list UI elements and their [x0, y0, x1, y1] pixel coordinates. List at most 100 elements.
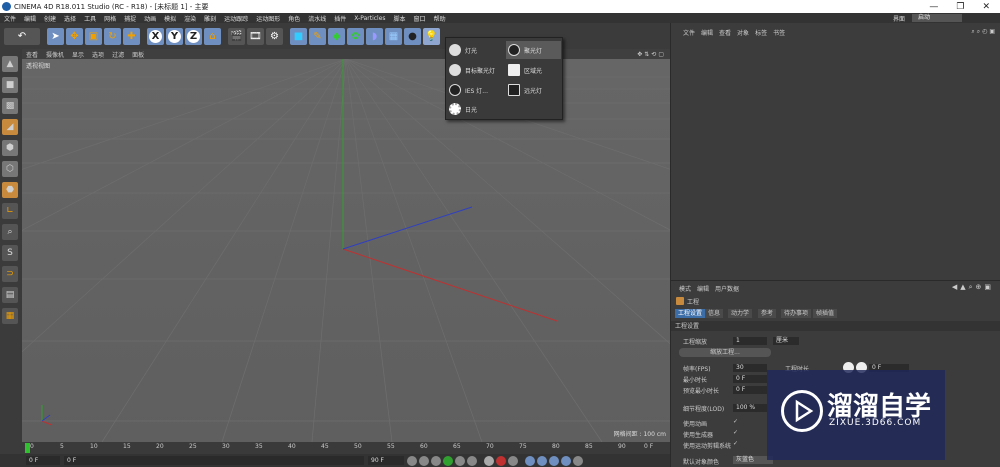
minimize-button[interactable]: —: [929, 2, 938, 12]
viewport-menu-item[interactable]: 显示: [68, 50, 88, 59]
viewport-menu-item[interactable]: 过滤: [108, 50, 128, 59]
coord-icon[interactable]: ⌂: [204, 27, 221, 45]
menu-item[interactable]: 工具: [80, 14, 100, 23]
undo-icon[interactable]: ↶: [4, 27, 40, 45]
attr-menu-item[interactable]: 用户数据: [715, 284, 739, 293]
play-back-icon[interactable]: [431, 455, 441, 466]
obj-search-icons[interactable]: ⌕⌕◴▣: [971, 28, 1000, 36]
menu-item[interactable]: 脚本: [390, 14, 410, 23]
auto-key-icon[interactable]: [508, 455, 518, 466]
use-motion-system-checkbox[interactable]: ✓: [733, 440, 738, 447]
render-view-icon[interactable]: 🎬: [228, 27, 245, 45]
key-rotate-icon[interactable]: [549, 455, 559, 466]
record-icon[interactable]: [496, 455, 506, 466]
points-mode-icon[interactable]: ⬢: [2, 140, 18, 156]
menu-item[interactable]: 雕刻: [200, 14, 220, 23]
perspective-viewport[interactable]: 透视视图 网格间距 : 100 cm: [22, 59, 670, 442]
model-mode-icon[interactable]: ■: [2, 77, 18, 93]
render-settings-icon[interactable]: ⚙: [266, 27, 283, 45]
viewport-nav-icons[interactable]: ✥⇅⟲▢: [633, 51, 670, 58]
light-item[interactable]: 灯光: [449, 41, 503, 59]
viewport-menu-item[interactable]: 查看: [22, 50, 42, 59]
next-frame-icon[interactable]: [455, 455, 465, 466]
menu-item[interactable]: X-Particles: [350, 15, 389, 22]
menu-item[interactable]: 编辑: [20, 14, 40, 23]
menu-item[interactable]: 动画: [140, 14, 160, 23]
menu-item[interactable]: 运动图形: [252, 14, 284, 23]
maximize-button[interactable]: ❐: [956, 2, 964, 12]
light-icon[interactable]: 💡: [423, 27, 440, 45]
timeline-ruler[interactable]: 0 5 10 15 20 25 30 35 40 45 50 55 60 65 …: [22, 442, 670, 454]
menu-item[interactable]: 渲染: [180, 14, 200, 23]
axis-mode-icon[interactable]: ∟: [2, 203, 18, 219]
magnet-icon[interactable]: ⊃: [2, 266, 18, 282]
menu-item[interactable]: 角色: [284, 14, 304, 23]
menu-item[interactable]: 运动跟踪: [220, 14, 252, 23]
attr-menu-item[interactable]: 编辑: [697, 284, 709, 293]
viewport-menu-item[interactable]: 摄像机: [42, 50, 68, 59]
use-animation-checkbox[interactable]: ✓: [733, 418, 738, 425]
tab-project-settings[interactable]: 工程设置: [675, 309, 706, 318]
obj-menu-item[interactable]: 编辑: [701, 28, 713, 37]
key-pla-icon[interactable]: [573, 455, 583, 466]
obj-menu-item[interactable]: 对象: [737, 28, 749, 37]
menu-item[interactable]: 流水线: [304, 14, 330, 23]
move-icon[interactable]: ✥: [66, 27, 83, 45]
select-arrow-icon[interactable]: ➤: [47, 27, 64, 45]
prev-frame-icon[interactable]: [419, 455, 429, 466]
spot-light-item[interactable]: 聚光灯: [506, 41, 561, 59]
goto-end-icon[interactable]: [467, 455, 477, 466]
keyframe-icon[interactable]: [484, 455, 494, 466]
min-time-field[interactable]: 0 F: [733, 375, 767, 383]
menu-item[interactable]: 模拟: [160, 14, 180, 23]
floor-icon[interactable]: ▦: [385, 27, 402, 45]
render-picture-icon[interactable]: 🎞: [247, 27, 264, 45]
pen-icon[interactable]: ✎: [309, 27, 326, 45]
goto-start-icon[interactable]: [407, 455, 417, 466]
menu-item[interactable]: 窗口: [410, 14, 430, 23]
y-axis-icon[interactable]: Y: [166, 27, 183, 45]
snap-icon[interactable]: S: [2, 245, 18, 261]
sun-light-item[interactable]: 日光: [449, 100, 505, 118]
layout-select[interactable]: 启动: [912, 14, 962, 22]
edges-mode-icon[interactable]: ⬡: [2, 161, 18, 177]
scale-icon[interactable]: ▣: [85, 27, 102, 45]
polygons-mode-icon[interactable]: ⬣: [2, 182, 18, 198]
make-editable-icon[interactable]: ▲: [2, 56, 18, 72]
menu-item[interactable]: 插件: [330, 14, 350, 23]
menu-item[interactable]: 创建: [40, 14, 60, 23]
tab-todo[interactable]: 待办事项: [781, 309, 812, 318]
menu-item[interactable]: 捕捉: [120, 14, 140, 23]
subdivision-icon[interactable]: ◆: [328, 27, 345, 45]
preview-min-field[interactable]: 0 F: [733, 386, 767, 394]
menu-item[interactable]: 选择: [60, 14, 80, 23]
deformer-icon[interactable]: ◗: [366, 27, 383, 45]
end-frame-field[interactable]: 90 F: [368, 456, 404, 465]
key-move-icon[interactable]: [525, 455, 535, 466]
attr-nav-icons[interactable]: ◀▲⌕⊕▣: [952, 283, 994, 292]
key-scale-icon[interactable]: [537, 455, 547, 466]
play-icon[interactable]: [443, 455, 453, 466]
obj-menu-item[interactable]: 文件: [683, 28, 695, 37]
close-button[interactable]: ✕: [982, 2, 990, 12]
use-generators-checkbox[interactable]: ✓: [733, 429, 738, 436]
tab-info[interactable]: 信息: [705, 309, 724, 318]
viewport-menu-item[interactable]: 面板: [128, 50, 148, 59]
preview-range-slider[interactable]: 0 F: [64, 456, 364, 465]
attr-menu-item[interactable]: 模式: [679, 284, 691, 293]
project-scale-field[interactable]: 1: [733, 337, 767, 345]
obj-menu-item[interactable]: 查看: [719, 28, 731, 37]
fps-field[interactable]: 30: [733, 364, 767, 372]
workplane-icon[interactable]: ◢: [2, 119, 18, 135]
add-icon[interactable]: ✚: [123, 27, 140, 45]
object-manager-panel[interactable]: 文件 编辑 查看 对象 标签 书签 ⌕⌕◴▣: [670, 23, 1000, 280]
cloner-icon[interactable]: ✿: [347, 27, 364, 45]
area-light-item[interactable]: 区域光: [506, 61, 561, 79]
z-axis-icon[interactable]: Z: [185, 27, 202, 45]
key-param-icon[interactable]: [561, 455, 571, 466]
paint-icon[interactable]: ▦: [2, 308, 18, 324]
menu-item[interactable]: 文件: [0, 14, 20, 23]
rotate-icon[interactable]: ↻: [104, 27, 121, 45]
obj-menu-item[interactable]: 书签: [773, 28, 785, 37]
scale-project-button[interactable]: 缩放工程...: [679, 348, 771, 357]
